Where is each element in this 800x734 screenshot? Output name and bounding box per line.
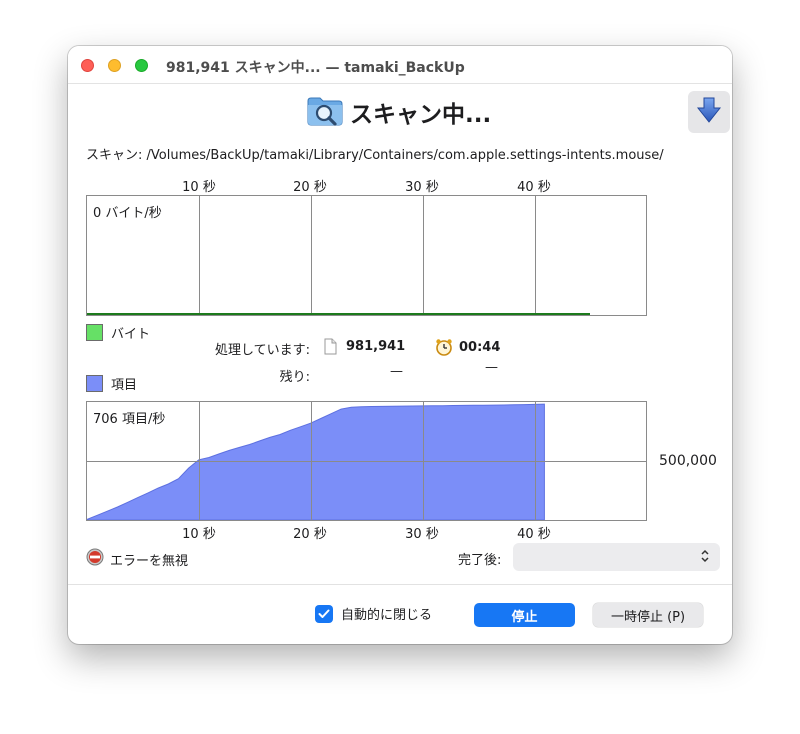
items-graph-ticks: 10 秒 20 秒 30 秒 40 秒 bbox=[86, 523, 656, 542]
items-throughput-graph: 706 項目/秒 bbox=[86, 401, 647, 521]
tick-label: 30 秒 bbox=[405, 180, 439, 195]
folder-magnifier-icon bbox=[306, 93, 344, 131]
tick-label: 20 秒 bbox=[293, 180, 327, 195]
items-scale-label: 500,000 bbox=[659, 453, 717, 469]
after-completion-label: 完了後: bbox=[458, 553, 502, 568]
tick-label: 30 秒 bbox=[405, 527, 439, 542]
ignore-errors-label: エラーを無視 bbox=[110, 553, 189, 569]
remaining-time: — bbox=[485, 360, 498, 375]
auto-close-label: 自動的に閉じる bbox=[341, 608, 433, 623]
document-icon bbox=[324, 338, 337, 359]
tick-label: 40 秒 bbox=[517, 527, 551, 542]
bytes-throughput-graph: 0 バイト/秒 bbox=[86, 195, 647, 316]
tick-label: 40 秒 bbox=[517, 180, 551, 195]
download-toolbar-button[interactable] bbox=[688, 91, 730, 133]
items-legend-swatch bbox=[86, 375, 103, 392]
tick-label: 20 秒 bbox=[293, 527, 327, 542]
title-bar: 981,941 スキャン中... — tamaki_BackUp bbox=[68, 46, 732, 84]
processed-count: 981,941 bbox=[346, 339, 406, 354]
scan-heading-title: スキャン中... bbox=[350, 102, 492, 128]
checkmark-icon bbox=[315, 604, 333, 623]
stop-button[interactable]: 停止 bbox=[474, 603, 575, 627]
remaining-count: — bbox=[390, 364, 403, 379]
bytes-graph-ticks: 10 秒 20 秒 30 秒 40 秒 bbox=[86, 176, 656, 195]
bytes-legend-label: バイト bbox=[111, 327, 151, 342]
scan-window: 981,941 スキャン中... — tamaki_BackUp スキャン中..… bbox=[68, 46, 732, 644]
pause-button[interactable]: 一時停止 (P) bbox=[593, 603, 703, 627]
elapsed-time: 00:44 bbox=[459, 340, 501, 355]
download-arrow-icon bbox=[696, 96, 722, 128]
processing-label: 処理しています: bbox=[215, 343, 310, 358]
zoom-window-button[interactable] bbox=[135, 59, 148, 72]
bytes-legend: バイト bbox=[86, 323, 150, 342]
scan-heading: スキャン中... bbox=[306, 92, 491, 132]
items-rate-label: 706 項目/秒 bbox=[93, 408, 170, 427]
up-down-chevron-icon bbox=[700, 549, 710, 563]
tick-label: 10 秒 bbox=[182, 527, 216, 542]
scan-path-text: スキャン: /Volumes/BackUp/tamaki/Library/Con… bbox=[86, 148, 664, 163]
bytes-series-line bbox=[87, 313, 590, 315]
items-legend: 項目 bbox=[86, 374, 137, 393]
tick-label: 10 秒 bbox=[182, 180, 216, 195]
ignore-errors-toggle[interactable]: エラーを無視 bbox=[86, 548, 188, 570]
close-window-button[interactable] bbox=[81, 59, 94, 72]
window-title: 981,941 スキャン中... — tamaki_BackUp bbox=[166, 60, 465, 76]
remaining-label: 残り: bbox=[279, 370, 310, 385]
alarm-clock-icon bbox=[435, 338, 453, 360]
bytes-legend-swatch bbox=[86, 324, 103, 341]
after-completion-select[interactable] bbox=[513, 543, 720, 571]
auto-close-checkbox[interactable]: 自動的に閉じる bbox=[315, 604, 432, 623]
no-entry-icon bbox=[86, 548, 104, 570]
minimize-window-button[interactable] bbox=[108, 59, 121, 72]
bytes-rate-label: 0 バイト/秒 bbox=[93, 202, 166, 221]
items-legend-label: 項目 bbox=[111, 378, 138, 393]
footer-divider bbox=[68, 584, 732, 585]
